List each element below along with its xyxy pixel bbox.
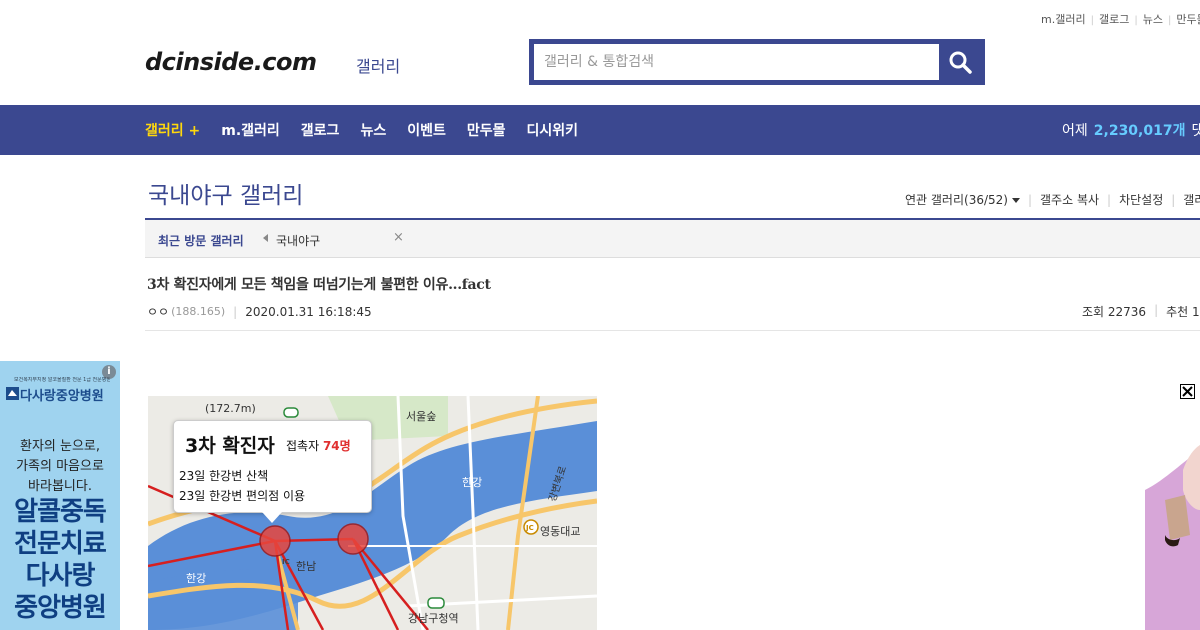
dropdown-arrow-icon [1011, 198, 1020, 203]
post-map-image: (172.7m) 서울숲 한강 한강 영동대교 JC 한남 IC 강남구청역 강… [148, 396, 597, 630]
util-link-mall[interactable]: 만두몰 [1176, 13, 1200, 26]
ad-brand-name: 다사랑중앙병원 [20, 389, 104, 404]
ad-tagline: 환자의 눈으로, 가족의 마음으로 바라봅니다. [16, 439, 104, 494]
ad-right-graphic [1145, 445, 1200, 630]
nav-news[interactable]: 뉴스 [360, 120, 386, 140]
stats-suffix: 댓글 [1191, 123, 1200, 139]
map-label-altitude: (172.7m) [205, 402, 256, 415]
ad-close-button[interactable] [1180, 384, 1195, 399]
copy-address-button[interactable]: 갤주소 복사 [1040, 191, 1099, 208]
search-bar [529, 39, 985, 85]
callout-contact: 접촉자 74명 [286, 439, 351, 453]
left-ad-banner[interactable]: i 보건복지부지정 알코올질환 전문 1급 전문병원 다사랑중앙병원 환자의 눈… [0, 361, 120, 630]
post-author[interactable]: ㅇㅇ [147, 303, 169, 320]
nav-gallog[interactable]: 갤로그 [301, 120, 340, 140]
post-meta: ㅇㅇ (188.165) | 2020.01.31 16:18:45 [147, 303, 372, 320]
search-input[interactable] [534, 44, 939, 80]
util-link-news[interactable]: 뉴스 [1143, 13, 1163, 26]
recent-prev-arrow-icon[interactable] [263, 234, 268, 242]
page: m.갤러리|갤로그|뉴스|만두몰 dcinside.com 갤러리 갤러리 + … [0, 0, 1200, 630]
post-author-ip: (188.165) [171, 305, 226, 318]
nav-wiki[interactable]: 디시위키 [526, 120, 578, 140]
util-link-m-gallery[interactable]: m.갤러리 [1041, 13, 1086, 26]
stats-value: 2,230,017개 [1093, 123, 1186, 139]
recent-item[interactable]: 국내야구 [276, 232, 320, 249]
nav-stats: 어제 2,230,017개 댓글 [1062, 105, 1200, 155]
map-label-yeongdong: 영동대교 [540, 525, 581, 538]
nav-m-gallery[interactable]: m.갤러리 [221, 120, 280, 140]
post-stats: 조회 22736 | 추천 1 [1082, 303, 1200, 319]
map-label-seoul-forest: 서울숲 [406, 410, 437, 423]
main-nav: 갤러리 + m.갤러리 갤로그 뉴스 이벤트 만두몰 디시위키 어제 2,230… [0, 105, 1200, 155]
hospital-logo-icon [6, 387, 19, 400]
related-gallery-dropdown[interactable]: 연관 갤러리(36/52) [905, 191, 1020, 208]
block-settings-button[interactable]: 차단설정 [1119, 191, 1163, 208]
gallery-title[interactable]: 국내야구 갤러리 [148, 176, 303, 210]
util-link-gallog[interactable]: 갤로그 [1099, 13, 1129, 26]
map-label-hannam: 한남 [296, 560, 317, 573]
map-callout: 3차 확진자 접촉자 74명 23일 한강변 산책 23일 한강변 편의점 이용 [173, 420, 372, 523]
post-title: 3차 확진자에게 모든 책임을 떠넘기는게 불편한 이유...fact [147, 277, 491, 293]
search-icon [949, 51, 972, 74]
recent-label: 최근 방문 갤러리 [158, 234, 244, 248]
callout-line-2: 23일 한강변 편의점 이용 [179, 489, 306, 503]
nav-gallery[interactable]: 갤러리 + [145, 120, 200, 140]
logo-gallery-label[interactable]: 갤러리 [356, 53, 400, 77]
map-label-gangnam-office: 강남구청역 [408, 612, 459, 625]
post-divider [145, 330, 1200, 331]
map-label-ic: IC [282, 558, 290, 566]
recent-galleries-bar: 최근 방문 갤러리 국내야구 × [145, 220, 1200, 258]
recent-close-icon[interactable]: × [393, 230, 404, 245]
callout-title: 3차 확진자 [185, 435, 275, 457]
stats-label: 어제 [1062, 123, 1088, 139]
post-views: 조회 22736 [1082, 305, 1147, 319]
map-label-hangang-left: 한강 [186, 572, 207, 585]
gallery-more-button[interactable]: 갤러리 [1183, 191, 1200, 208]
gallery-tools: 연관 갤러리(36/52) | 갤주소 복사 | 차단설정 | 갤러리 [905, 191, 1200, 208]
post-datetime: 2020.01.31 16:18:45 [245, 304, 372, 319]
nav-mall[interactable]: 만두몰 [467, 120, 506, 140]
close-icon [1182, 386, 1193, 397]
map-label-jc: JC [526, 524, 534, 532]
right-ad-banner[interactable] [1145, 440, 1200, 630]
map-label-hangang-right: 한강 [462, 476, 483, 489]
post-recommend: 추천 1 [1166, 305, 1200, 319]
callout-line-1: 23일 한강변 산책 [179, 469, 269, 483]
search-button[interactable] [939, 44, 980, 80]
ad-fine-print: 보건복지부지정 알코올질환 전문 1급 전문병원 [14, 377, 110, 383]
ad-headline: 알콜중독 전문치료 다사랑 중앙병원 [14, 497, 107, 623]
nav-event[interactable]: 이벤트 [407, 120, 446, 140]
site-logo[interactable]: dcinside.com [145, 48, 317, 76]
utility-links: m.갤러리|갤로그|뉴스|만두몰 [1041, 11, 1200, 27]
